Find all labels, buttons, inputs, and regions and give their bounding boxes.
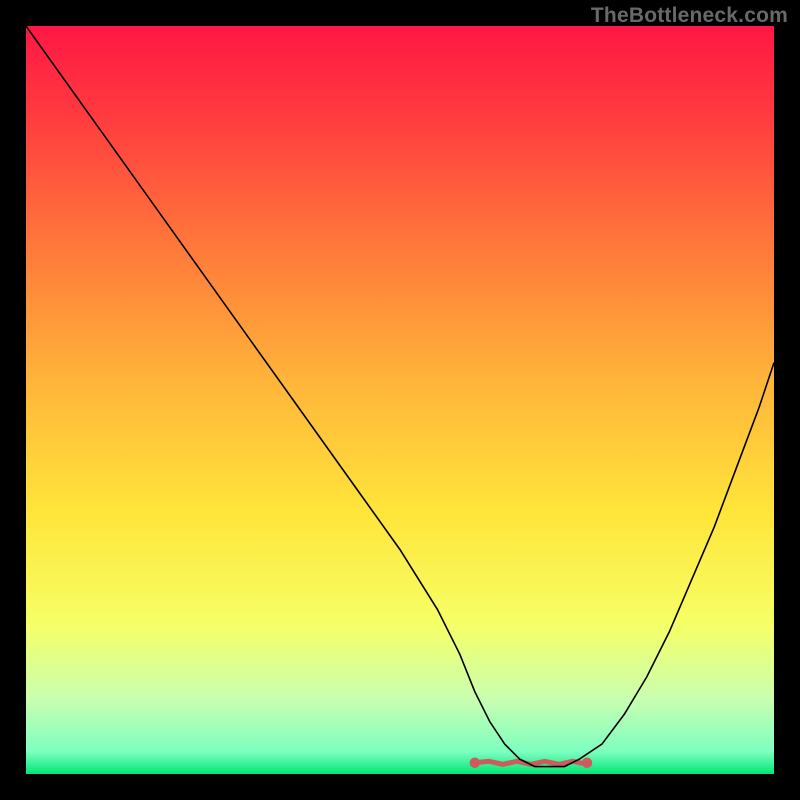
- gradient-background: [26, 26, 774, 774]
- attribution-label: TheBottleneck.com: [591, 4, 788, 28]
- bottleneck-chart: [26, 26, 774, 774]
- optimal-range-dot-right: [582, 758, 592, 768]
- optimal-range-dot-left: [470, 758, 480, 768]
- chart-container: TheBottleneck.com: [0, 0, 800, 800]
